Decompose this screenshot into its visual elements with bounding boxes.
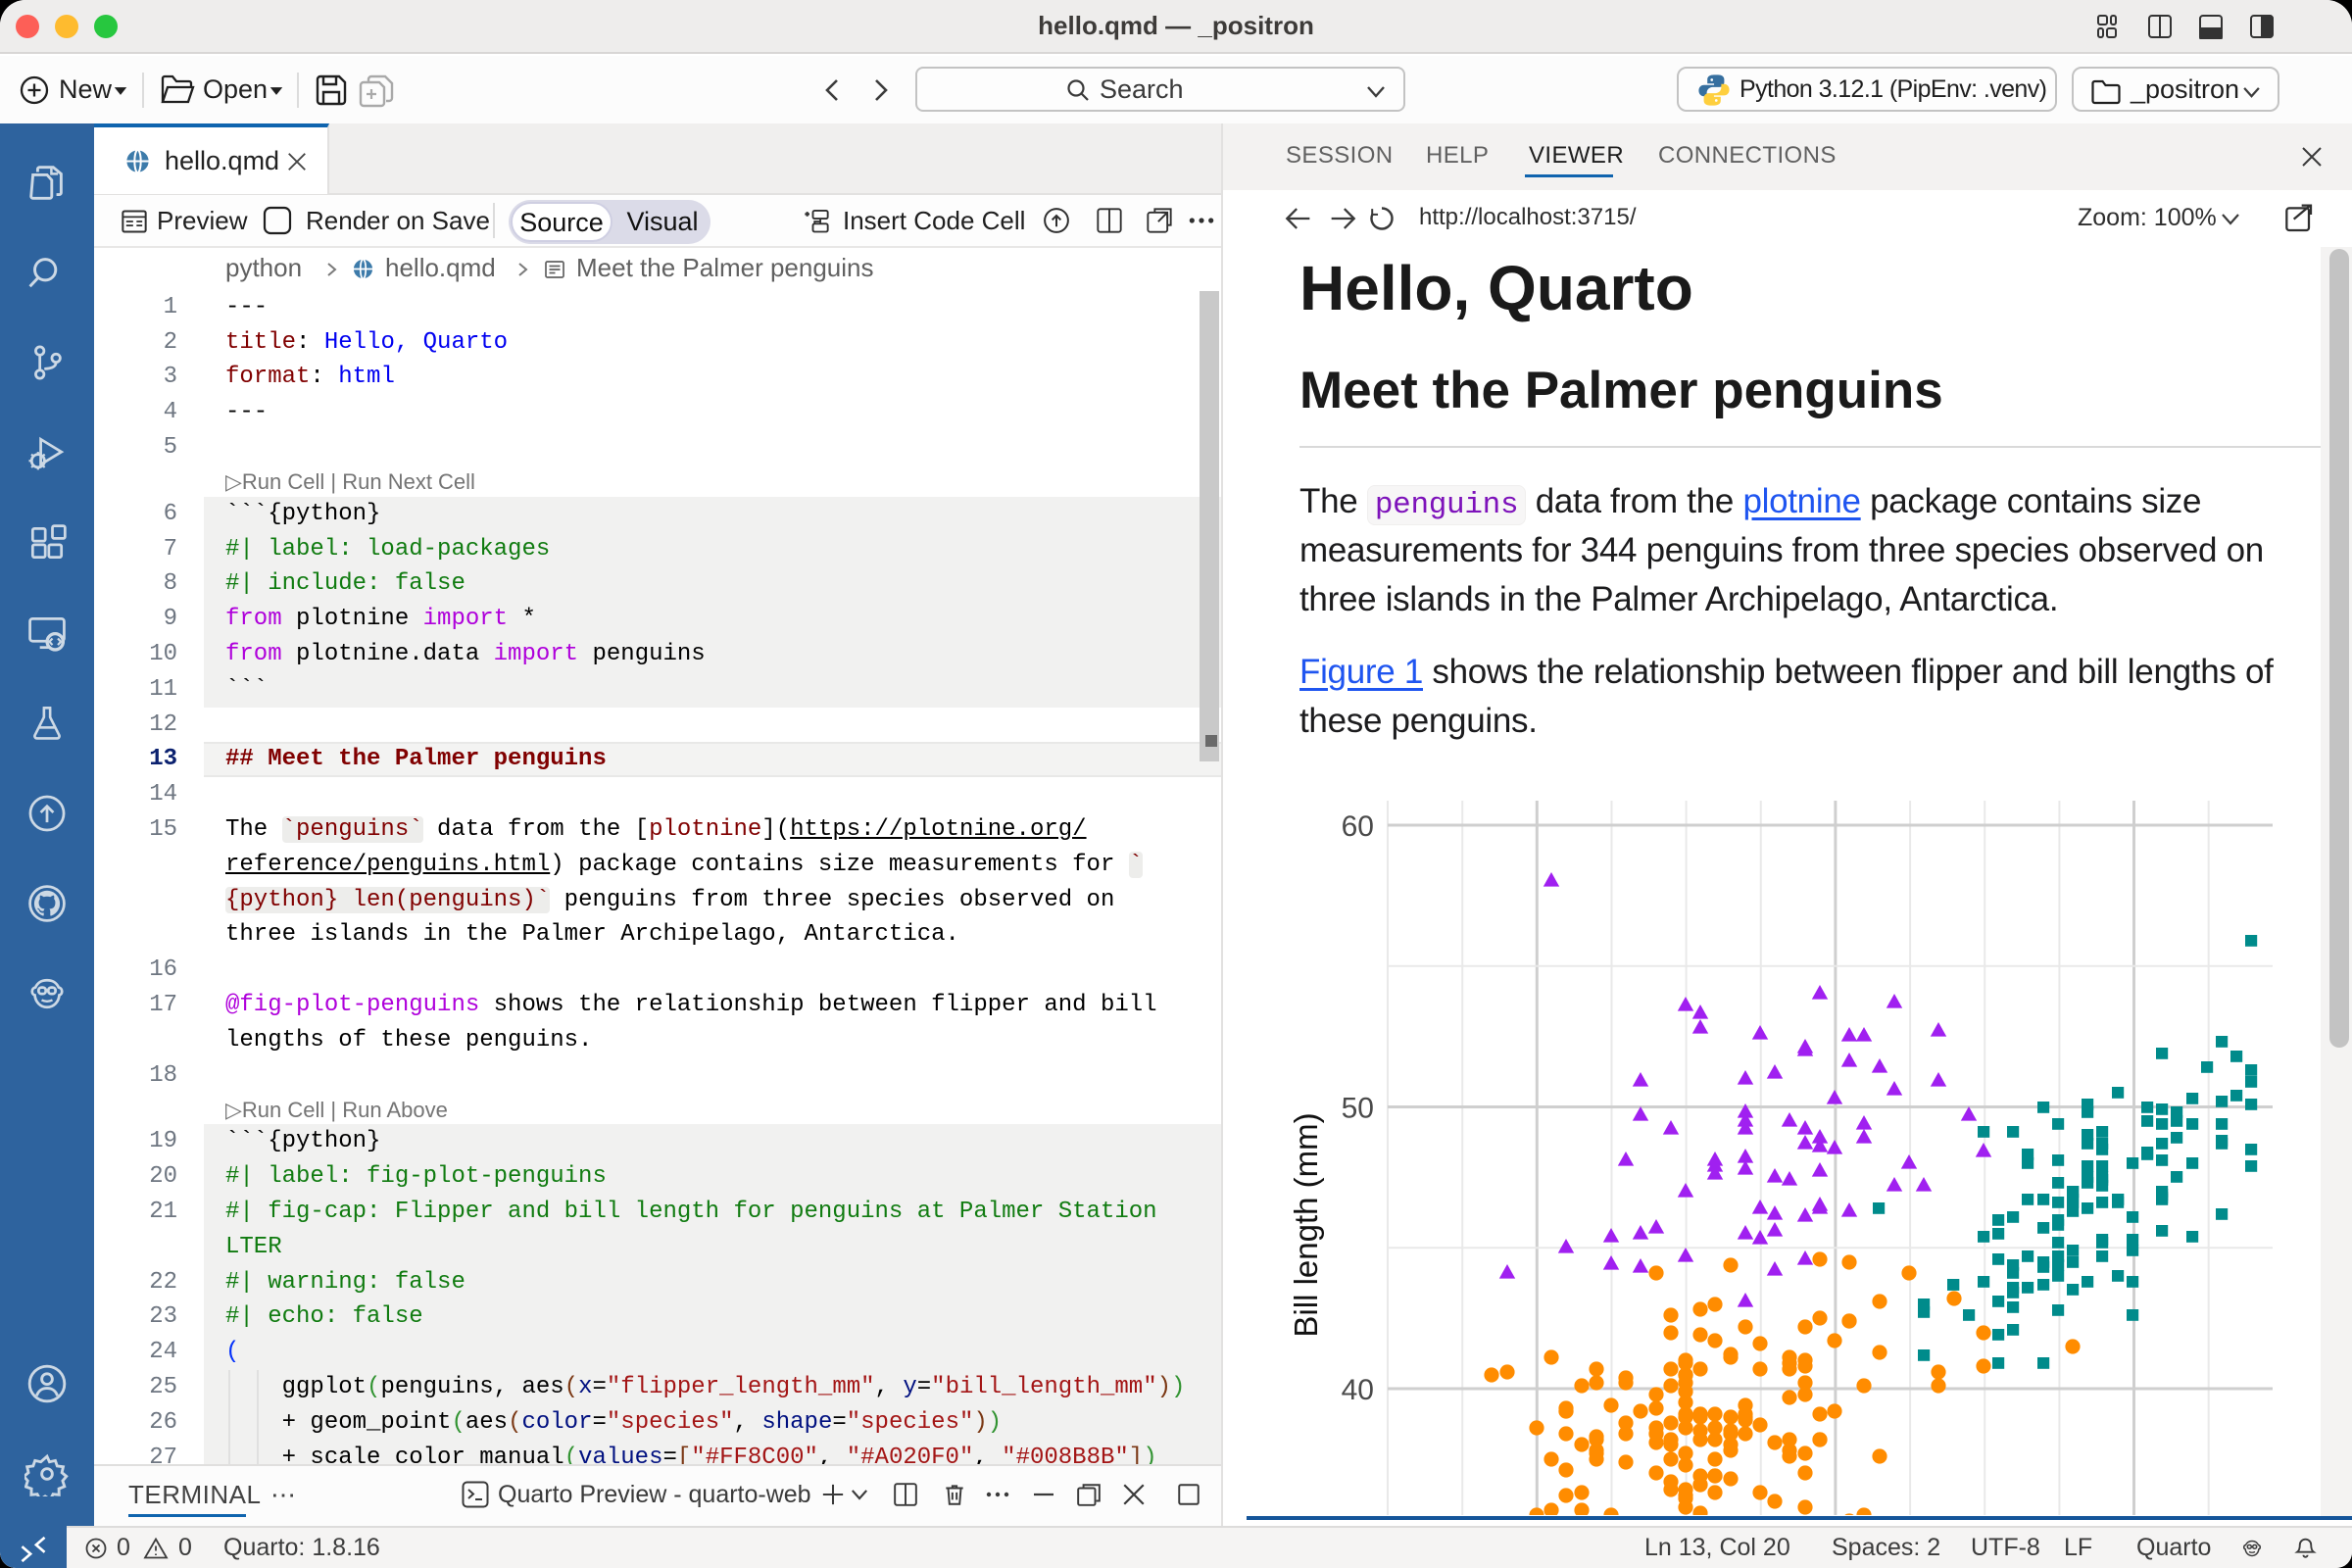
- svg-text:60: 60: [1342, 810, 1374, 843]
- svg-text:40: 40: [1342, 1374, 1374, 1406]
- svg-text:Bill length (mm): Bill length (mm): [1288, 1112, 1324, 1337]
- svg-text:50: 50: [1342, 1093, 1374, 1125]
